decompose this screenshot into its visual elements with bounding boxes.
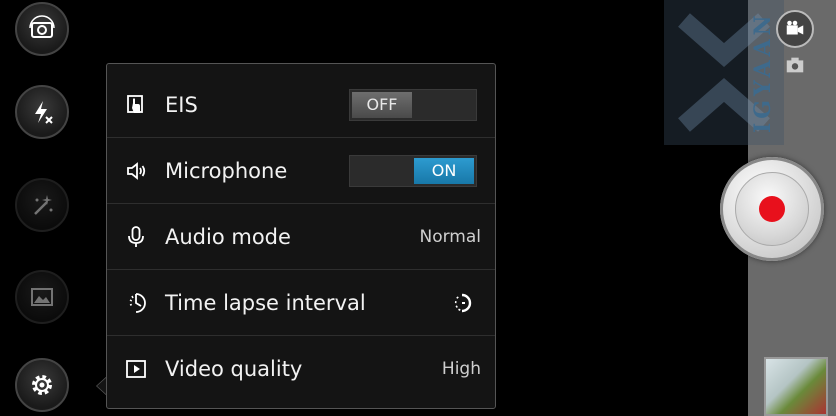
switch-camera-button[interactable] (15, 2, 69, 56)
microphone-icon (123, 224, 149, 250)
time-lapse-icon (123, 290, 149, 316)
setting-row-audio-mode[interactable]: Audio mode Normal (107, 204, 495, 270)
toggle-state: OFF (352, 91, 412, 118)
setting-row-microphone[interactable]: Microphone ON (107, 138, 495, 204)
flash-off-icon (35, 101, 53, 124)
setting-row-eis[interactable]: EIS OFF (107, 72, 495, 138)
last-capture-thumbnail[interactable] (764, 357, 828, 416)
setting-value: Normal (419, 226, 481, 247)
record-button-inner (735, 172, 809, 246)
eis-toggle[interactable]: OFF (349, 88, 477, 121)
setting-row-time-lapse[interactable]: Time lapse interval (107, 270, 495, 336)
setting-label: Time lapse interval (165, 290, 366, 315)
record-button[interactable] (720, 157, 824, 261)
video-mode-indicator[interactable] (776, 10, 814, 48)
setting-label: Video quality (165, 357, 303, 381)
photo-camera-icon (786, 57, 804, 73)
setting-value: High (441, 359, 481, 379)
effects-icon (34, 195, 53, 215)
speaker-icon (123, 158, 149, 184)
settings-panel: EIS OFF Microphone ON Audio mode Normal (106, 63, 496, 409)
camera-mode-switch[interactable] (773, 10, 817, 80)
switch-camera-icon (29, 15, 55, 38)
record-dot-icon (759, 196, 785, 222)
gallery-button[interactable] (15, 270, 69, 324)
effects-button[interactable] (15, 178, 69, 232)
video-camera-icon (786, 20, 804, 35)
setting-label: Audio mode (165, 224, 291, 249)
settings-button[interactable] (15, 358, 69, 412)
toggle-state: ON (414, 157, 474, 184)
settings-gear-icon (32, 375, 52, 395)
time-lapse-value-icon (449, 290, 475, 316)
setting-label: EIS (165, 92, 198, 117)
eis-hand-icon (123, 92, 149, 118)
video-play-icon (123, 356, 149, 382)
setting-label: Microphone (165, 158, 288, 183)
microphone-toggle[interactable]: ON (349, 154, 477, 187)
gallery-icon (31, 288, 53, 306)
setting-row-video-quality[interactable]: Video quality High (107, 336, 495, 402)
flash-off-button[interactable] (15, 85, 69, 139)
